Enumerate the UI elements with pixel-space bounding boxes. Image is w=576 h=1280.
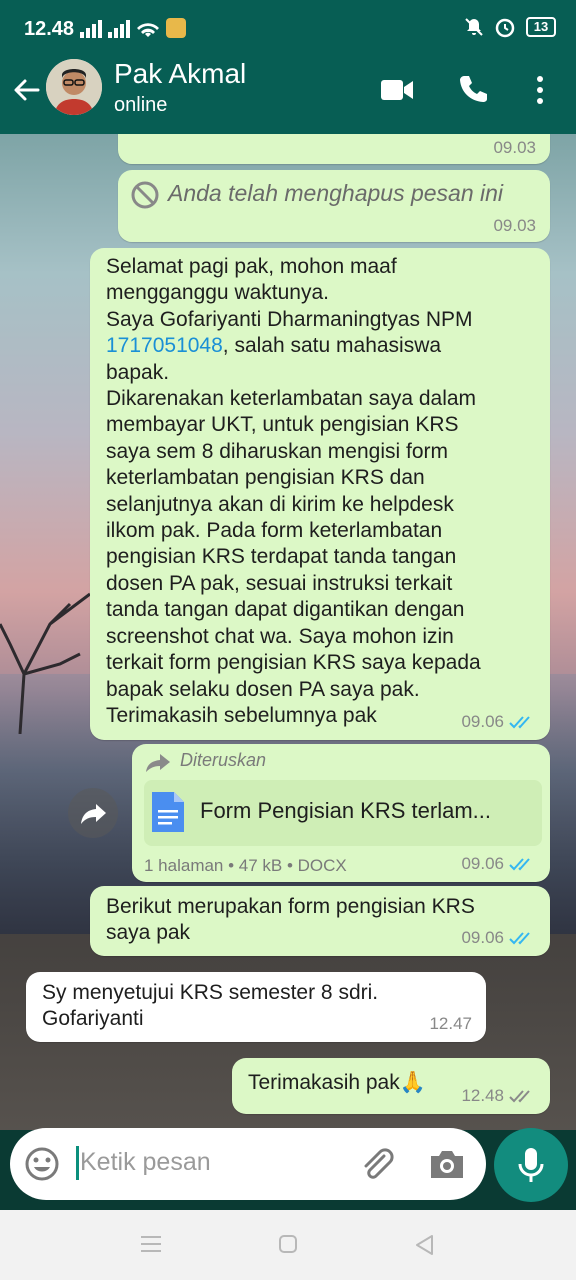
voice-record-button[interactable] (494, 1128, 568, 1202)
home-icon[interactable] (278, 1234, 298, 1254)
battery-icon: 13 (526, 17, 556, 37)
message-time: 09.06 (461, 928, 504, 947)
alarm-icon (495, 18, 515, 38)
more-options-icon[interactable] (530, 74, 550, 106)
message-text-part: Selamat pagi pak, mohon maaf mengganggu … (106, 255, 473, 331)
message-text-part: , salah satu mahasiswa bapak. Dikarenaka… (106, 334, 481, 727)
message-text: Sy menyetujui KRS semester 8 sdri. Gofar… (42, 981, 379, 1031)
message-text-part: Terimakasih pak (248, 1071, 400, 1094)
status-time: 12.48 (24, 18, 75, 40)
message-bubble-document[interactable]: Diteruskan Form Pengisian KRS terlam... … (132, 744, 550, 882)
back-nav-icon[interactable] (414, 1234, 434, 1256)
back-arrow-icon[interactable] (10, 74, 42, 106)
message-time: 09.03 (493, 138, 536, 157)
read-ticks-icon (509, 858, 530, 871)
message-text: Terimakasih pak🙏 (248, 1070, 426, 1096)
document-info: 1 halaman • 47 kB • DOCX (144, 856, 347, 875)
signal-2-icon (108, 20, 130, 38)
status-icons-left (80, 18, 186, 38)
message-time: 12.47 (429, 1014, 472, 1033)
chat-area[interactable]: 09.03 Anda telah menghapus pesan ini 09.… (0, 134, 576, 1130)
status-icons-right: 13 (464, 16, 556, 38)
message-bubble-deleted[interactable]: Anda telah menghapus pesan ini 09.03 (118, 170, 550, 242)
message-time: 09.06 (461, 712, 504, 731)
signal-icon (80, 20, 102, 38)
message-composer[interactable]: Ketik pesan (10, 1128, 486, 1200)
forward-icon (81, 804, 106, 824)
read-ticks-icon (509, 716, 530, 729)
deleted-message-text: Anda telah menghapus pesan ini (168, 180, 504, 206)
voice-call-icon[interactable] (458, 74, 488, 104)
message-bubble-followup[interactable]: Berikut merupakan form pengisian KRS say… (90, 886, 550, 956)
contact-name[interactable]: Pak Akmal (114, 58, 246, 90)
message-input[interactable]: Ketik pesan (80, 1148, 211, 1177)
status-bar: 12.48 13 (0, 0, 576, 44)
chat-header: Pak Akmal online (0, 44, 576, 134)
emoji-icon[interactable] (24, 1146, 60, 1182)
camera-icon[interactable] (428, 1148, 466, 1180)
document-icon (152, 792, 184, 832)
text-caret (76, 1146, 79, 1180)
forwarded-icon (146, 754, 170, 772)
forwarded-label: Diteruskan (180, 750, 267, 770)
message-bubble-top[interactable]: 09.03 (118, 134, 550, 164)
mute-icon (465, 18, 483, 36)
folded-hands-emoji: 🙏 (399, 1071, 426, 1094)
video-call-icon[interactable] (380, 78, 414, 102)
message-time: 09.03 (493, 216, 536, 235)
recent-apps-icon[interactable] (140, 1234, 162, 1254)
document-filename: Form Pengisian KRS terlam... (200, 798, 491, 823)
npm-link[interactable]: 1717051048 (106, 334, 223, 357)
message-time: 09.06 (461, 854, 504, 873)
forward-button[interactable] (68, 788, 118, 838)
message-text: Berikut merupakan form pengisian KRS say… (106, 895, 475, 945)
message-bubble-incoming[interactable]: Sy menyetujui KRS semester 8 sdri. Gofar… (26, 972, 486, 1042)
message-text: Selamat pagi pak, mohon maaf mengganggu … (106, 254, 542, 729)
document-attachment[interactable]: Form Pengisian KRS terlam... (144, 780, 542, 846)
system-navigation-bar (0, 1210, 576, 1280)
message-time: 12.48 (461, 1086, 504, 1105)
microphone-icon (518, 1148, 544, 1182)
contact-presence: online (114, 94, 168, 116)
app-notification-icon (166, 18, 186, 38)
read-ticks-icon (509, 932, 530, 945)
blocked-icon (131, 181, 159, 209)
attachment-icon[interactable] (358, 1146, 394, 1182)
message-bubble-long[interactable]: Selamat pagi pak, mohon maaf mengganggu … (90, 248, 550, 740)
message-bubble-thanks[interactable]: Terimakasih pak🙏 12.48 (232, 1058, 550, 1114)
delivered-ticks-icon (509, 1090, 530, 1103)
avatar[interactable] (46, 59, 102, 115)
wifi-icon (137, 23, 159, 37)
